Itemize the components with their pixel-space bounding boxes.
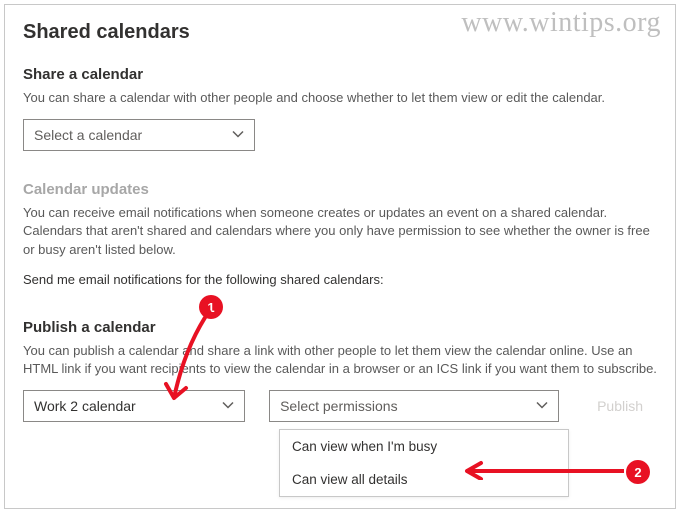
- share-heading: Share a calendar: [23, 66, 657, 83]
- updates-instruction: Send me email notifications for the foll…: [23, 271, 657, 289]
- share-calendar-select[interactable]: Select a calendar: [23, 119, 255, 151]
- publish-button[interactable]: Publish: [583, 390, 657, 422]
- updates-description: You can receive email notifications when…: [23, 204, 657, 259]
- annotation-badge-2: 2: [626, 460, 650, 484]
- page-title: Shared calendars: [23, 21, 657, 44]
- share-calendar-select-value: Select a calendar: [34, 127, 142, 143]
- chevron-down-icon: [536, 398, 548, 414]
- permission-option-all-details[interactable]: Can view all details: [280, 463, 568, 496]
- annotation-badge-1: 1: [199, 295, 223, 319]
- publish-permission-select[interactable]: Select permissions: [269, 390, 559, 422]
- permission-option-busy[interactable]: Can view when I'm busy: [280, 430, 568, 463]
- publish-section: Publish a calendar You can publish a cal…: [23, 319, 657, 422]
- publish-calendar-select[interactable]: Work 2 calendar: [23, 390, 245, 422]
- share-description: You can share a calendar with other peop…: [23, 89, 657, 107]
- chevron-down-icon: [222, 398, 234, 414]
- publish-description: You can publish a calendar and share a l…: [23, 342, 657, 378]
- publish-calendar-select-value: Work 2 calendar: [34, 398, 136, 414]
- publish-heading: Publish a calendar: [23, 319, 657, 336]
- updates-section: Calendar updates You can receive email n…: [23, 181, 657, 289]
- publish-permission-placeholder: Select permissions: [280, 398, 398, 414]
- updates-heading: Calendar updates: [23, 181, 657, 198]
- chevron-down-icon: [232, 127, 244, 143]
- share-section: Share a calendar You can share a calenda…: [23, 66, 657, 151]
- permission-dropdown-menu: Can view when I'm busy Can view all deta…: [279, 429, 569, 497]
